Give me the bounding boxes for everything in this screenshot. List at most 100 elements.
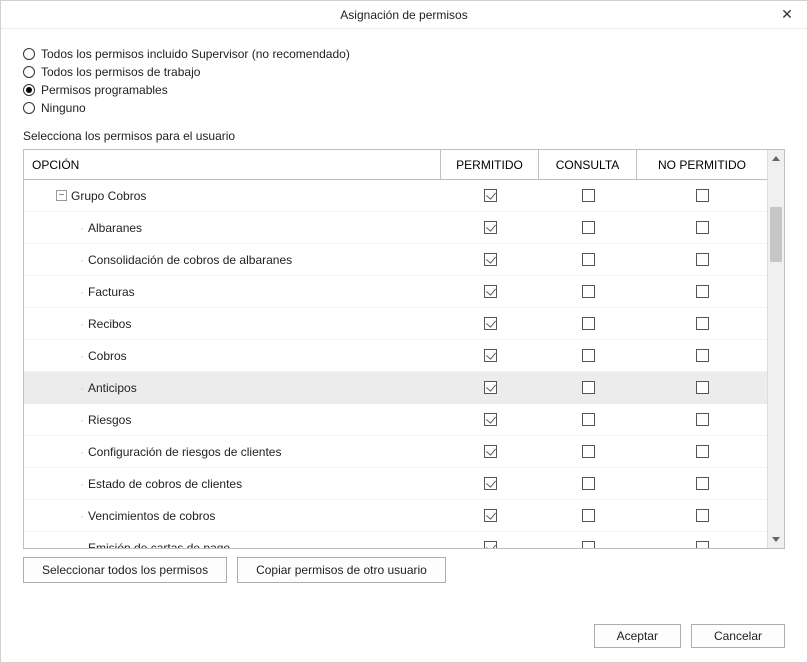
table-row[interactable]: · Consolidación de cobros de albaranes [24,244,767,276]
checkbox-allowed[interactable] [484,381,497,394]
tree-leaf-icon: · [80,317,84,331]
checkbox-denied[interactable] [696,253,709,266]
checkbox-allowed[interactable] [484,541,497,548]
checkbox-consult[interactable] [582,285,595,298]
tree-leaf-icon: · [80,477,84,491]
vertical-scrollbar[interactable] [767,150,784,548]
tree-leaf-icon: · [80,445,84,459]
table-row[interactable]: · Facturas [24,276,767,308]
table-header-row: OPCIÓN PERMITIDO CONSULTA NO PERMITIDO [24,150,767,180]
checkbox-allowed[interactable] [484,221,497,234]
row-label: Facturas [88,285,135,299]
tree-leaf-icon: · [80,285,84,299]
tree-leaf-icon: · [80,221,84,235]
checkbox-consult[interactable] [582,541,595,548]
tree-leaf-icon: · [80,541,84,549]
checkbox-allowed[interactable] [484,509,497,522]
scroll-track[interactable] [768,167,784,531]
row-label: Emisión de cartas de pago [88,541,230,549]
checkbox-allowed[interactable] [484,445,497,458]
checkbox-consult[interactable] [582,317,595,330]
checkbox-consult[interactable] [582,509,595,522]
checkbox-denied[interactable] [696,477,709,490]
row-label: Grupo Cobros [71,189,146,203]
table-row[interactable]: ·Recibos [24,308,767,340]
radio-icon[interactable] [23,102,35,114]
cancel-button[interactable]: Cancelar [691,624,785,648]
radio-option[interactable]: Permisos programables [23,83,785,97]
ok-button[interactable]: Aceptar [594,624,681,648]
checkbox-consult[interactable] [582,189,595,202]
row-label: Riesgos [88,413,131,427]
checkbox-consult[interactable] [582,413,595,426]
table-row[interactable]: · Albaranes [24,212,767,244]
header-option: OPCIÓN [24,150,441,179]
header-allowed: PERMITIDO [441,150,539,179]
header-denied: NO PERMITIDO [637,150,767,179]
tree-leaf-icon: · [80,509,84,523]
table-row[interactable]: · Vencimientos de cobros [24,500,767,532]
scroll-thumb[interactable] [770,207,782,262]
scroll-up-icon[interactable] [768,150,784,167]
tree-leaf-icon: · [80,253,84,267]
checkbox-consult[interactable] [582,445,595,458]
checkbox-denied[interactable] [696,349,709,362]
checkbox-allowed[interactable] [484,253,497,266]
titlebar: Asignación de permisos ✕ [1,1,807,29]
checkbox-denied[interactable] [696,381,709,394]
checkbox-consult[interactable] [582,253,595,266]
radio-icon[interactable] [23,48,35,60]
scroll-down-icon[interactable] [768,531,784,548]
checkbox-consult[interactable] [582,477,595,490]
row-label: Albaranes [88,221,142,235]
radio-icon[interactable] [23,84,35,96]
content-area: Todos los permisos incluido Supervisor (… [1,29,807,149]
radio-option[interactable]: Todos los permisos de trabajo [23,65,785,79]
radio-icon[interactable] [23,66,35,78]
checkbox-denied[interactable] [696,221,709,234]
checkbox-allowed[interactable] [484,189,497,202]
row-label: Configuración de riesgos de clientes [88,445,281,459]
table-row[interactable]: · Emisión de cartas de pago [24,532,767,548]
copy-permissions-button[interactable]: Copiar permisos de otro usuario [237,557,446,583]
radio-label: Ninguno [41,101,86,115]
checkbox-denied[interactable] [696,541,709,548]
checkbox-denied[interactable] [696,285,709,298]
checkbox-consult[interactable] [582,381,595,394]
table-row[interactable]: −Grupo Cobros [24,180,767,212]
checkbox-allowed[interactable] [484,285,497,298]
checkbox-consult[interactable] [582,221,595,234]
checkbox-allowed[interactable] [484,477,497,490]
checkbox-denied[interactable] [696,413,709,426]
table-row[interactable]: · Cobros [24,340,767,372]
table-row[interactable]: · Configuración de riesgos de clientes [24,436,767,468]
row-label: Cobros [88,349,127,363]
dialog-window: Asignación de permisos ✕ Todos los permi… [0,0,808,663]
checkbox-denied[interactable] [696,189,709,202]
row-label: Anticipos [88,381,137,395]
checkbox-allowed[interactable] [484,349,497,362]
checkbox-denied[interactable] [696,317,709,330]
toolbar: Seleccionar todos los permisos Copiar pe… [23,557,785,583]
header-consult: CONSULTA [539,150,637,179]
table-row[interactable]: ·Estado de cobros de clientes [24,468,767,500]
radio-option[interactable]: Ninguno [23,101,785,115]
radio-label: Permisos programables [41,83,168,97]
table-row[interactable]: ·Anticipos [24,372,767,404]
select-all-button[interactable]: Seleccionar todos los permisos [23,557,227,583]
checkbox-allowed[interactable] [484,413,497,426]
checkbox-denied[interactable] [696,509,709,522]
checkbox-denied[interactable] [696,445,709,458]
radio-option[interactable]: Todos los permisos incluido Supervisor (… [23,47,785,61]
tree-leaf-icon: · [80,349,84,363]
row-label: Vencimientos de cobros [88,509,215,523]
radio-label: Todos los permisos incluido Supervisor (… [41,47,350,61]
radio-label: Todos los permisos de trabajo [41,65,200,79]
tree-leaf-icon: · [80,413,84,427]
tree-collapse-icon[interactable]: − [56,190,67,201]
row-label: Consolidación de cobros de albaranes [88,253,292,267]
close-icon[interactable]: ✕ [773,3,801,25]
checkbox-allowed[interactable] [484,317,497,330]
checkbox-consult[interactable] [582,349,595,362]
table-row[interactable]: · Riesgos [24,404,767,436]
